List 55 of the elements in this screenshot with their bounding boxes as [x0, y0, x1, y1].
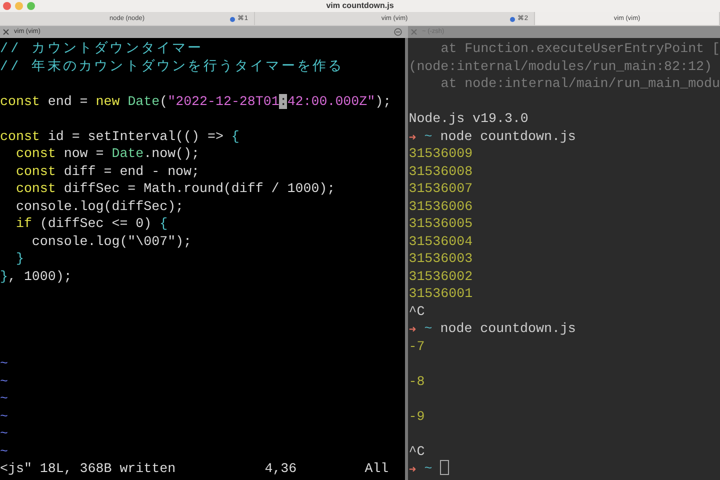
code-line: console.log(diffSec);: [14, 198, 185, 215]
close-icon[interactable]: [3, 29, 9, 35]
terminal-output-line: ^C: [408, 302, 426, 320]
code-line: if (diffSec <= 0) {: [14, 215, 169, 232]
terminal-output-line: 31536003: [408, 250, 474, 268]
terminal-output-line: 31536009: [408, 145, 474, 162]
terminal-output-line: 31536002: [408, 268, 474, 285]
empty-line-marker: ~: [0, 374, 8, 388]
prompt-directory: ~: [424, 128, 432, 144]
terminal-output-line: Node.js v19.3.0: [408, 110, 530, 128]
empty-line-marker: ~: [0, 356, 8, 371]
code-line: // 年末のカウントダウンを行うタイマーを作る: [0, 58, 345, 75]
prompt-arrow-icon: ➜: [408, 465, 416, 475]
prompt-directory: ~: [424, 461, 432, 476]
code-line: const now = Date.now();: [14, 145, 200, 162]
status-message: <js" 18L, 368B written: [0, 460, 176, 478]
terminal-output-line: 31536006: [408, 198, 474, 215]
terminal-output-line: (node:internal/modules/run_main:82:12): [408, 58, 713, 75]
code-line: const diff = end - now;: [14, 162, 200, 180]
prompt-directory: ~: [424, 321, 432, 336]
window-title: vim countdown.js: [326, 1, 394, 11]
code-line: const id = setInterval(() => {: [0, 128, 240, 145]
terminal-output-line: 31536008: [408, 162, 474, 180]
terminal-command: node countdown.js: [440, 321, 576, 336]
prompt-arrow-icon: ➜: [408, 325, 416, 335]
code-line: }, 1000);: [0, 268, 73, 285]
terminal-output-line: 31536005: [408, 215, 474, 232]
empty-line-marker: ~: [0, 408, 8, 424]
code-line: console.log("\007");: [30, 232, 193, 250]
terminal-output-line: at node:internal/main/run_main_modu: [440, 75, 720, 92]
minus-circle-icon[interactable]: [394, 28, 402, 36]
scroll-position: All: [364, 460, 390, 478]
close-window-icon[interactable]: [3, 2, 11, 10]
terminal-output-line: ^C: [408, 442, 426, 460]
minimize-window-icon[interactable]: [15, 2, 23, 10]
terminal-output-line: -7: [408, 338, 426, 355]
cursor-position: 4,36: [264, 460, 298, 478]
empty-line-marker: ~: [0, 391, 8, 406]
empty-line-marker: ~: [0, 444, 8, 458]
code-line: }: [14, 250, 25, 268]
code-line: const end = new Date("2022-12-28T01:42:00.000Z");: [0, 92, 392, 110]
dot-icon: [230, 16, 236, 22]
terminal-output-line: at Function.executeUserEntryPoint [: [440, 40, 720, 58]
terminal-command: node countdown.js: [440, 128, 576, 144]
zoom-window-icon[interactable]: [27, 2, 35, 10]
code-line: // カウントダウンタイマー: [0, 40, 204, 58]
empty-line-marker: ~: [0, 426, 8, 441]
terminal-output-line: -8: [408, 372, 426, 390]
terminal-output-line: 31536001: [408, 285, 474, 302]
terminal-output-line: 31536004: [408, 232, 474, 250]
terminal-output-line: -9: [408, 408, 426, 425]
prompt-arrow-icon: ➜: [408, 132, 416, 142]
dot-icon: [510, 16, 516, 22]
terminal-output-line: 31536007: [408, 180, 474, 198]
code-line: const diffSec = Math.round(diff / 1000);: [14, 180, 336, 198]
